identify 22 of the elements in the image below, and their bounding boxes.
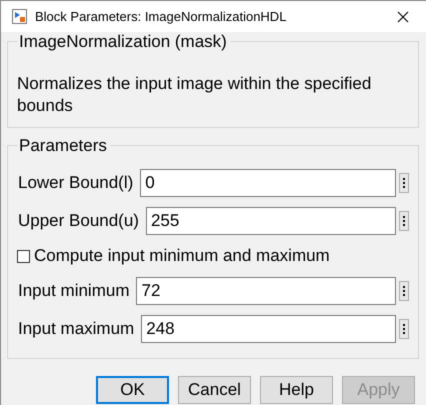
- more-options-button[interactable]: [399, 319, 409, 339]
- close-icon: [397, 10, 409, 22]
- checkbox-label: Compute input minimum and maximum: [34, 246, 330, 266]
- parameter-field[interactable]: 248: [141, 315, 396, 343]
- mask-description: Normalizes the input image within the specified bounds: [17, 73, 372, 117]
- parameter-field[interactable]: 255: [146, 207, 396, 235]
- more-options-button[interactable]: [399, 281, 409, 301]
- parameter-field[interactable]: 0: [140, 169, 396, 197]
- dialog-button[interactable]: Cancel: [178, 376, 251, 404]
- checkbox[interactable]: [17, 250, 30, 262]
- parameter-field[interactable]: 72: [136, 277, 396, 305]
- parameter-label: Input maximum: [18, 319, 134, 339]
- dialog-button[interactable]: OK: [96, 376, 169, 404]
- parameter-label: Input minimum: [18, 281, 130, 301]
- more-options-button[interactable]: [399, 173, 409, 193]
- app-icon: [12, 9, 27, 24]
- more-options-button[interactable]: [399, 211, 409, 231]
- dialog-button[interactable]: Help: [260, 376, 333, 404]
- mask-title: ImageNormalization (mask): [17, 32, 231, 52]
- parameter-label: Lower Bound(l): [18, 173, 134, 193]
- parameter-label: Upper Bound(u): [18, 211, 139, 231]
- window-title: Block Parameters: ImageNormalizationHDL: [35, 9, 288, 24]
